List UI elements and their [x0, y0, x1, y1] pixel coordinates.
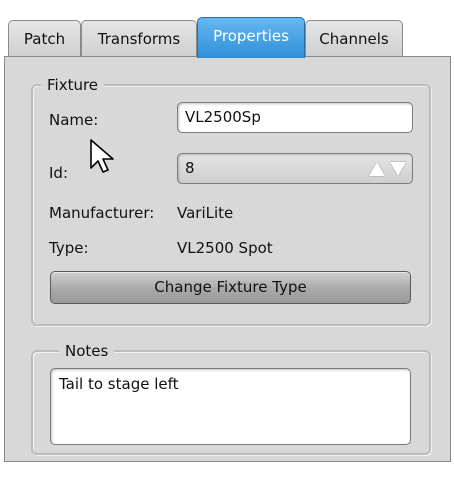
manufacturer-label: Manufacturer: [49, 204, 155, 222]
type-value: VL2500 Spot [177, 239, 273, 257]
tab-patch[interactable]: Patch [8, 20, 81, 57]
arrow-down-icon[interactable] [390, 162, 406, 176]
id-label: Id: [49, 164, 68, 182]
notes-legend: Notes [59, 341, 115, 361]
name-input[interactable]: VL2500Sp [177, 102, 413, 133]
type-label: Type: [49, 239, 89, 257]
manufacturer-value: VariLite [177, 204, 234, 222]
mouse-pointer-icon [90, 139, 114, 173]
id-stepper[interactable]: 8 [177, 153, 413, 184]
name-label: Name: [49, 111, 99, 129]
id-value: 8 [185, 159, 195, 177]
tab-bar: Patch Transforms Properties Channels [0, 0, 454, 60]
change-fixture-type-button[interactable]: Change Fixture Type [50, 271, 411, 304]
tab-channels[interactable]: Channels [305, 20, 403, 57]
properties-panel: Fixture Name: VL2500Sp Id: 8 Manufacture… [4, 56, 451, 462]
fixture-legend: Fixture [41, 75, 105, 95]
arrow-up-icon[interactable] [369, 162, 385, 176]
tab-properties[interactable]: Properties [197, 17, 305, 58]
notes-textarea[interactable]: Tail to stage left [50, 368, 411, 445]
tab-transforms[interactable]: Transforms [81, 20, 197, 57]
